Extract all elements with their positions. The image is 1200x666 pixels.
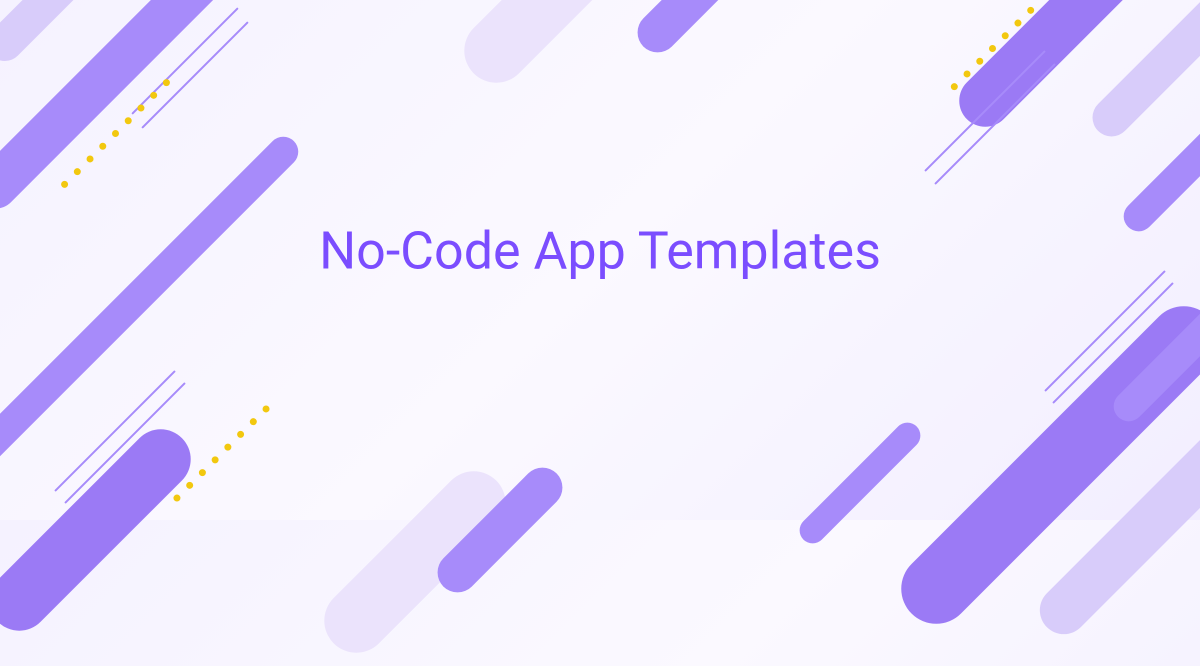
- decor-pill: [451, 0, 659, 96]
- page-title: No-Code App Templates: [319, 220, 881, 281]
- decor-pill: [629, 0, 770, 61]
- decor-pill: [0, 417, 203, 643]
- decor-pill: [794, 417, 926, 549]
- decor-pill: [1085, 0, 1200, 144]
- decor-pill: [887, 292, 1200, 638]
